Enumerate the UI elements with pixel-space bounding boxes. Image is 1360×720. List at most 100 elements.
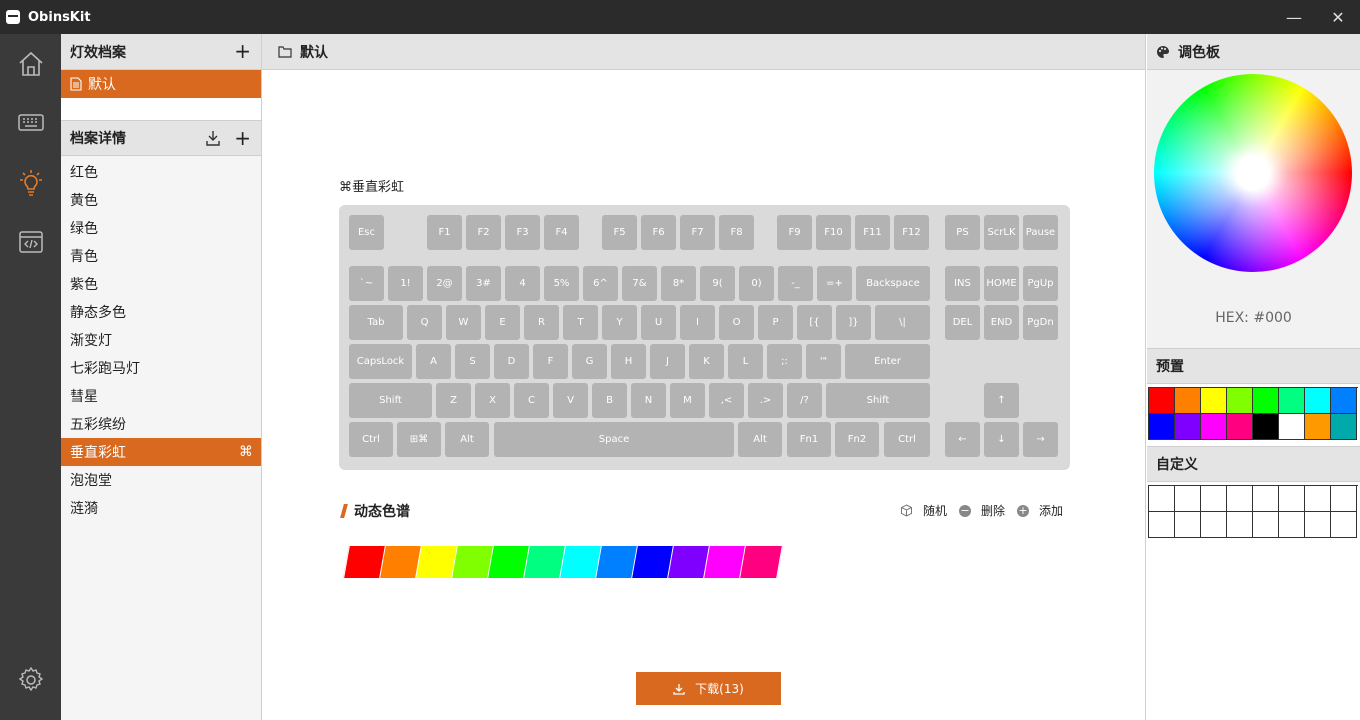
keyboard-key[interactable]: DEL [945,305,980,340]
keyboard-key[interactable]: 9( [700,266,735,301]
custom-color-cell[interactable] [1279,512,1305,538]
effect-list-item[interactable]: 渐变灯 [61,326,261,354]
preset-color-cell[interactable] [1149,388,1175,414]
import-icon[interactable] [205,130,221,146]
keyboard-key[interactable]: F7 [680,215,715,250]
add-button[interactable]: + 添加 [1016,502,1063,519]
effect-list-item[interactable]: 红色 [61,158,261,186]
custom-color-cell[interactable] [1331,486,1357,512]
keyboard-key[interactable]: F3 [505,215,540,250]
keyboard-key[interactable]: L [728,344,763,379]
keyboard-key[interactable]: Space [494,422,734,457]
custom-color-cell[interactable] [1201,512,1227,538]
keyboard-key[interactable]: /? [787,383,822,418]
keyboard-key[interactable]: A [416,344,451,379]
keyboard-key[interactable]: F12 [894,215,929,250]
keyboard-key[interactable]: I [680,305,715,340]
preset-color-cell[interactable] [1201,414,1227,440]
effect-list-item[interactable]: 静态多色 [61,298,261,326]
custom-color-cell[interactable] [1175,512,1201,538]
keyboard-key[interactable]: F2 [466,215,501,250]
keyboard-key[interactable]: Alt [445,422,489,457]
keyboard-key[interactable]: END [984,305,1019,340]
keyboard-key[interactable]: 1! [388,266,423,301]
keyboard-key[interactable]: D [494,344,529,379]
minimize-button[interactable]: — [1272,0,1316,34]
custom-color-cell[interactable] [1227,512,1253,538]
keyboard-key[interactable]: ⊞⌘ [397,422,441,457]
preset-color-cell[interactable] [1305,388,1331,414]
keyboard-key[interactable]: M [670,383,705,418]
preset-color-cell[interactable] [1331,414,1357,440]
preset-color-cell[interactable] [1331,388,1357,414]
keyboard-key[interactable]: ScrLK [984,215,1019,250]
keyboard-key[interactable]: Y [602,305,637,340]
keyboard-key[interactable]: Fn2 [835,422,879,457]
custom-color-cell[interactable] [1149,512,1175,538]
keyboard-key[interactable]: =+ [817,266,852,301]
preset-color-cell[interactable] [1253,414,1279,440]
preset-color-cell[interactable] [1279,414,1305,440]
keyboard-key[interactable]: Shift [349,383,432,418]
keyboard-key[interactable]: F [533,344,568,379]
keyboard-key[interactable]: 7& [622,266,657,301]
close-button[interactable]: ✕ [1316,0,1360,34]
effect-list-item[interactable]: 泡泡堂 [61,466,261,494]
keyboard-key[interactable]: N [631,383,666,418]
preset-color-cell[interactable] [1305,414,1331,440]
keyboard-key[interactable]: Ctrl [884,422,930,457]
keyboard-key[interactable]: Fn1 [787,422,831,457]
keyboard-key[interactable]: 8* [661,266,696,301]
keyboard-key[interactable]: Enter [845,344,930,379]
keyboard-key[interactable]: W [446,305,481,340]
preset-color-cell[interactable] [1149,414,1175,440]
random-button[interactable]: 随机 [900,502,947,519]
custom-color-cell[interactable] [1227,486,1253,512]
keyboard-key[interactable]: K [689,344,724,379]
keyboard-key[interactable]: R [524,305,559,340]
custom-color-cell[interactable] [1331,512,1357,538]
keyboard-key[interactable]: 4 [505,266,540,301]
preset-color-cell[interactable] [1175,414,1201,440]
preset-color-cell[interactable] [1279,388,1305,414]
preset-color-cell[interactable] [1175,388,1201,414]
delete-button[interactable]: − 删除 [958,502,1005,519]
keyboard-key[interactable]: 5% [544,266,579,301]
keyboard-key[interactable]: O [719,305,754,340]
custom-color-cell[interactable] [1175,486,1201,512]
keyboard-key[interactable]: .> [748,383,783,418]
keyboard-key[interactable]: ↑ [984,383,1019,418]
keyboard-key[interactable]: Alt [738,422,782,457]
add-effect-button[interactable]: + [234,128,251,148]
keyboard-key[interactable]: INS [945,266,980,301]
effect-list-item[interactable]: 七彩跑马灯 [61,354,261,382]
keyboard-key[interactable]: 6^ [583,266,618,301]
keyboard-key[interactable]: F8 [719,215,754,250]
keyboard-key[interactable]: C [514,383,549,418]
custom-color-cell[interactable] [1253,486,1279,512]
effect-list-item[interactable]: 五彩缤纷 [61,410,261,438]
keyboard-key[interactable]: Pause [1023,215,1058,250]
home-nav-button[interactable] [0,36,61,92]
keyboard-key[interactable]: → [1023,422,1058,457]
keyboard-key[interactable]: [{ [797,305,832,340]
keyboard-key[interactable]: '" [806,344,841,379]
keyboard-key[interactable]: `~ [349,266,384,301]
keyboard-key[interactable]: Ctrl [349,422,393,457]
preset-color-cell[interactable] [1253,388,1279,414]
keyboard-key[interactable]: Shift [826,383,930,418]
keyboard-key[interactable]: PS [945,215,980,250]
keyboard-nav-button[interactable] [0,94,61,150]
keyboard-key[interactable]: B [592,383,627,418]
effect-list-item[interactable]: 涟漪 [61,494,261,522]
keyboard-key[interactable]: Q [407,305,442,340]
color-swatch[interactable] [739,545,783,579]
effect-list-item[interactable]: 黄色 [61,186,261,214]
keyboard-key[interactable]: S [455,344,490,379]
effect-list-item[interactable]: 青色 [61,242,261,270]
macro-nav-button[interactable] [0,214,61,270]
keyboard-key[interactable]: PgUp [1023,266,1058,301]
keyboard-key[interactable]: ↓ [984,422,1019,457]
preset-color-cell[interactable] [1227,414,1253,440]
keyboard-key[interactable]: 2@ [427,266,462,301]
